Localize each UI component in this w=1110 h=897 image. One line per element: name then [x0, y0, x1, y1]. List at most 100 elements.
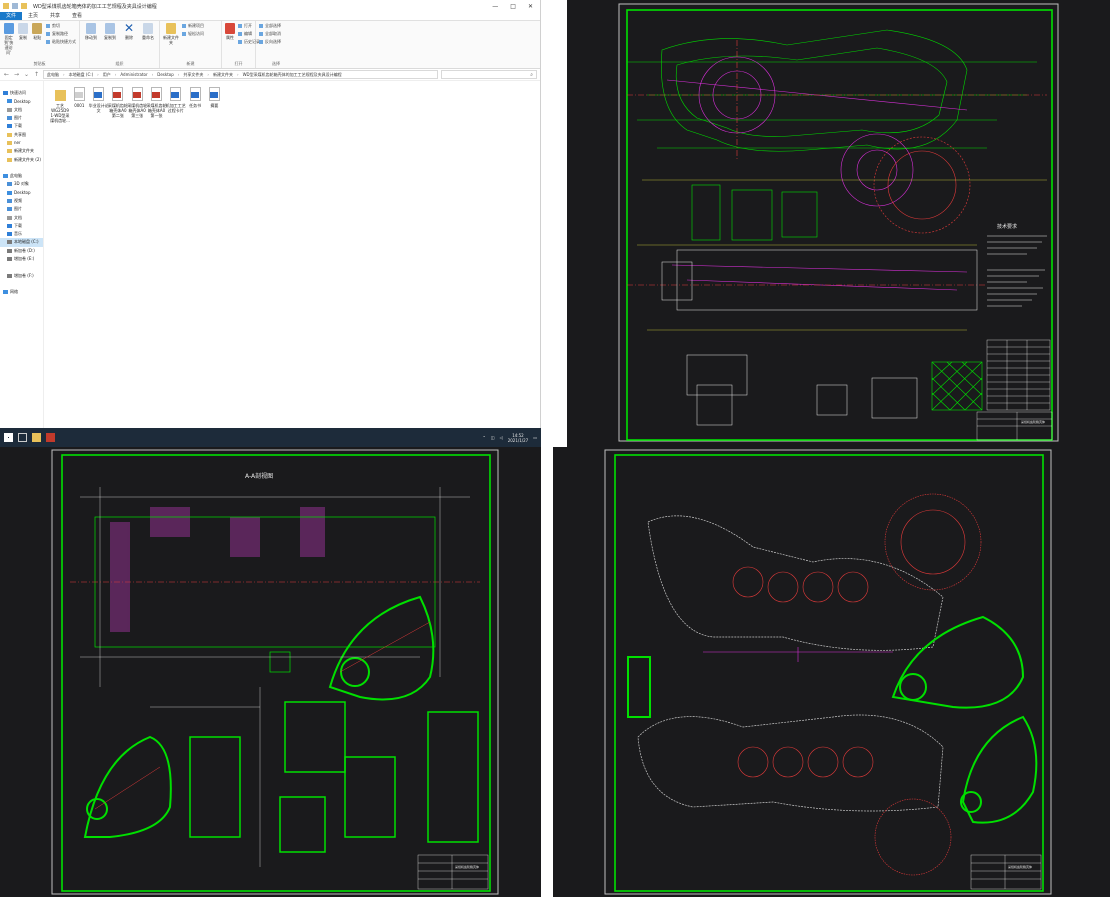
recent-chevron-icon[interactable]: ⌄ [23, 71, 30, 78]
select-none-button[interactable]: 全部取消 [259, 31, 293, 37]
forward-arrow-icon[interactable]: → [13, 71, 20, 78]
file-item[interactable]: 任务书 [185, 87, 205, 108]
nav-item[interactable]: 下载 [0, 122, 43, 130]
paste-shortcut-button[interactable]: 粘贴快捷方式 [45, 39, 76, 45]
close-button[interactable]: ✕ [528, 3, 533, 10]
nav-item[interactable]: 此电脑 [0, 172, 43, 180]
search-input[interactable]: ⌕ [441, 70, 537, 79]
breadcrumb-item[interactable]: WD型采煤机齿轮箱壳体的加工工艺规程及夹具设计编程 [243, 72, 342, 78]
breadcrumb-separator[interactable]: › [178, 72, 180, 77]
breadcrumb-separator[interactable]: › [63, 72, 65, 77]
file-item[interactable]: 毕业设计论 文 [89, 87, 109, 113]
nav-item[interactable]: Desktop [0, 189, 43, 197]
tab-file[interactable]: 文件 [0, 12, 23, 20]
paste-button[interactable]: 粘贴 [32, 23, 43, 40]
invert-selection-button[interactable]: 反向选择 [259, 39, 293, 45]
cad-canvas: 采煤机齿轮箱壳体 [604, 449, 1052, 895]
tab-home[interactable]: 主页 [22, 12, 44, 20]
back-arrow-icon[interactable]: ← [3, 71, 10, 78]
file-item[interactable]: 机加工工艺 过程卡片 [166, 87, 186, 113]
breadcrumb-separator[interactable]: › [152, 72, 154, 77]
nav-item[interactable]: Desktop [0, 97, 43, 105]
notification-icon[interactable]: ▭ [533, 435, 537, 440]
file-item[interactable]: 采煤机齿轮 箱壳体A0 第二张 [108, 87, 128, 118]
copy-path-button[interactable]: 复制路径 [45, 31, 76, 37]
file-item[interactable]: 采煤机齿轮 箱壳体A0 第一张 [147, 87, 167, 118]
nav-item[interactable]: 视频 [0, 197, 43, 205]
file-item[interactable]: 工艺 WG25D9 1-WD型采 煤机齿轮... [50, 87, 70, 123]
clock[interactable]: 14:52 2021/1/27 [508, 433, 529, 443]
file-item[interactable]: 采煤机齿轮 箱壳体A0 第三张 [127, 87, 147, 118]
folder-icon [7, 157, 12, 162]
new-folder-icon[interactable] [21, 3, 27, 9]
nav-item[interactable]: 新加卷 (D:) [0, 247, 43, 255]
nav-item[interactable]: 图片 [0, 114, 43, 122]
delete-button[interactable]: ✕ 删除 [121, 22, 137, 40]
nav-item[interactable]: 增加卷 (F:) [0, 272, 43, 280]
nav-item[interactable]: 音乐 [0, 230, 43, 238]
cut-button[interactable]: 剪切 [45, 23, 76, 29]
easy-access-button[interactable]: 轻松访问 [182, 31, 204, 37]
nav-item[interactable]: 本地磁盘 (C:) [0, 238, 43, 247]
nav-item[interactable]: 新建文件夹 [0, 147, 43, 155]
folder-icon [7, 140, 12, 145]
nav-item[interactable]: 文档 [0, 213, 43, 221]
new-item-button[interactable]: 新建项目 [182, 23, 204, 29]
minimize-button[interactable]: — [492, 3, 498, 10]
pin-quick-access-button[interactable]: 固定到'快速访问' [3, 23, 14, 55]
copy-to-button[interactable]: 复制到 [102, 23, 118, 40]
select-all-button[interactable]: 全部选择 [259, 23, 293, 29]
nav-item[interactable]: 3D 对象 [0, 180, 43, 188]
properties-icon[interactable] [12, 3, 18, 9]
nav-item[interactable]: 共享图 [0, 130, 43, 138]
ribbon-group-clipboard: 固定到'快速访问' 复制 粘贴 剪切 复制路径 粘贴快捷方式 剪贴板 [0, 21, 80, 68]
breadcrumb-item[interactable]: 新建文件夹 [213, 72, 233, 78]
tab-view[interactable]: 查看 [66, 12, 88, 20]
properties-button[interactable]: 属性 [225, 23, 235, 40]
nav-item-label: 下载 [14, 123, 22, 129]
easy-access-icon [182, 32, 186, 36]
file-item[interactable]: 摘要 [204, 87, 224, 108]
file-item[interactable]: 0001 [69, 87, 89, 108]
breadcrumb-item[interactable]: 本地磁盘 (C:) [69, 72, 94, 78]
new-folder-button[interactable]: 新建文件夹 [163, 23, 179, 45]
nav-item[interactable]: 下载 [0, 222, 43, 230]
nav-item-label: 视频 [14, 198, 22, 203]
nav-item[interactable]: ner [0, 139, 43, 147]
maximize-button[interactable]: □ [510, 3, 516, 10]
breadcrumb-item[interactable]: Desktop [157, 72, 174, 77]
volume-icon[interactable]: ◁ [500, 435, 503, 440]
nav-item[interactable]: 快速访问 [0, 89, 43, 97]
new-item-icon [182, 24, 186, 28]
up-arrow-icon[interactable]: ↑ [33, 71, 40, 78]
task-view-icon[interactable] [18, 433, 27, 442]
move-to-button[interactable]: 移动到 [83, 23, 99, 40]
nav-item[interactable]: 图片 [0, 205, 43, 213]
nav-item[interactable]: 增加卷 (E:) [0, 255, 43, 263]
drawing-frame [614, 454, 1044, 892]
rename-button[interactable]: 重命名 [140, 23, 156, 40]
app-taskbar-icon[interactable] [46, 433, 55, 442]
tab-share[interactable]: 共享 [44, 12, 66, 20]
file-name: 工艺 WG25D9 1-WD型采 煤机齿轮... [50, 103, 70, 123]
nav-item[interactable]: 新建文件夹 (2) [0, 155, 43, 163]
breadcrumb-item[interactable]: 共享文件夹 [183, 72, 203, 78]
breadcrumb-separator[interactable]: › [97, 72, 99, 77]
breadcrumb-separator[interactable]: › [115, 72, 117, 77]
explorer-taskbar-icon[interactable] [32, 433, 41, 442]
network-tray-icon[interactable]: ◫ [491, 435, 495, 440]
address-bar[interactable]: 此电脑 › 本地磁盘 (C:) › 用户 › Administrator › Desktop › 共… [43, 70, 438, 79]
nav-item[interactable]: 文档 [0, 106, 43, 114]
nav-item[interactable]: 网络 [0, 288, 43, 296]
breadcrumb-separator[interactable]: › [237, 72, 239, 77]
breadcrumb-separator[interactable]: › [207, 72, 209, 77]
quick-access-toolbar [3, 3, 27, 9]
chevron-up-icon[interactable]: ⌃ [482, 435, 485, 440]
copy-button[interactable]: 复制 [17, 23, 28, 40]
breadcrumb-item[interactable]: 用户 [103, 72, 111, 78]
windows-start-icon[interactable] [4, 433, 13, 442]
breadcrumb-item[interactable]: 此电脑 [47, 72, 59, 78]
nav-item-label: 3D 对象 [14, 181, 29, 187]
breadcrumb-item[interactable]: Administrator [120, 72, 147, 77]
title-block-label: 采煤机齿轮箱壳体 [455, 864, 479, 869]
